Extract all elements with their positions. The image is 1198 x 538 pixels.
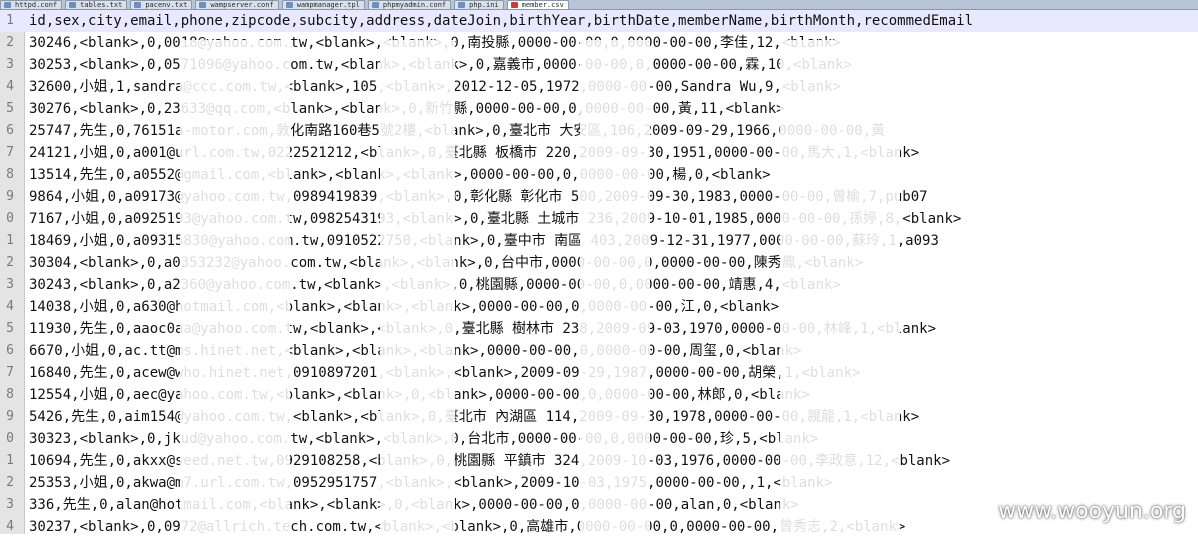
tab-label: member.csv [521, 1, 564, 9]
line-number: 1 [6, 453, 14, 468]
file-icon [285, 2, 293, 8]
line-number: 8 [6, 387, 14, 402]
line-number: 4 [6, 299, 14, 314]
privacy-mosaic [180, 40, 290, 534]
tab-label: phpmyadmin.conf [382, 1, 447, 9]
line-number: 5 [6, 101, 14, 116]
privacy-mosaic [380, 40, 455, 534]
line-text: 30237,<blank>,0,0972@allrich.tech.com.tw… [29, 519, 906, 535]
tab-bar: httpd.conf tables.txt pacenv.txt wampserver… [0, 0, 1198, 10]
tab-file[interactable]: php.ini [454, 0, 504, 9]
tab-label: wampserver.conf [210, 1, 274, 9]
privacy-mosaic [580, 40, 650, 534]
file-icon [69, 2, 77, 8]
tab-file[interactable]: httpd.conf [0, 0, 63, 9]
line-number: 4 [6, 519, 14, 534]
tab-label: wampmanager.tpl [296, 1, 360, 9]
line-number: 2 [6, 255, 14, 270]
line-number: 1 [6, 13, 14, 28]
file-icon [134, 2, 142, 8]
tab-file[interactable]: wampmanager.tpl [281, 0, 365, 9]
line-number: 2 [6, 35, 14, 50]
line-number: 3 [6, 57, 14, 72]
tab-file[interactable]: pacenv.txt [130, 0, 193, 9]
watermark: www.wooyun.org [998, 499, 1186, 524]
tab-file[interactable]: tables.txt [65, 0, 128, 9]
line-number: 7 [6, 365, 14, 380]
line-number: 3 [6, 497, 14, 512]
file-icon [510, 2, 518, 8]
line-number: 4 [6, 79, 14, 94]
line-text: 25747,先生,0,76151a-motor.com,敦化南路160巷5號2樓… [29, 123, 886, 139]
line-number: 0 [6, 211, 14, 226]
file-icon [4, 2, 11, 8]
file-icon [458, 2, 466, 8]
privacy-mosaic [780, 40, 900, 534]
line-number: 1 [6, 233, 14, 248]
privacy-mosaic [1010, 40, 1100, 480]
line-text: id,sex,city,email,phone,zipcode,subcity,… [29, 13, 974, 29]
line-number: 8 [6, 167, 14, 182]
line-number: 7 [6, 145, 14, 160]
line-number: 9 [6, 189, 14, 204]
tab-label: tables.txt [80, 1, 123, 9]
tab-file[interactable]: phpmyadmin.conf [367, 0, 452, 9]
tab-label: httpd.conf [15, 1, 58, 9]
line-number: 9 [6, 409, 14, 424]
tab-label: pacenv.txt [145, 1, 188, 9]
tab-file[interactable]: member.csv [506, 0, 569, 9]
line-number: 2 [6, 475, 14, 490]
tab-file[interactable]: wampserver.conf [195, 0, 279, 9]
tab-label: php.ini [469, 1, 499, 9]
line-number: 3 [6, 277, 14, 292]
file-icon [371, 2, 379, 8]
file-icon [199, 2, 207, 8]
line-number: 6 [6, 123, 14, 138]
line-number: 5 [6, 321, 14, 336]
line-number: 0 [6, 431, 14, 446]
line-number: 6 [6, 343, 14, 358]
text-line[interactable]: 1 id,sex,city,email,phone,zipcode,subcity… [0, 10, 1198, 32]
